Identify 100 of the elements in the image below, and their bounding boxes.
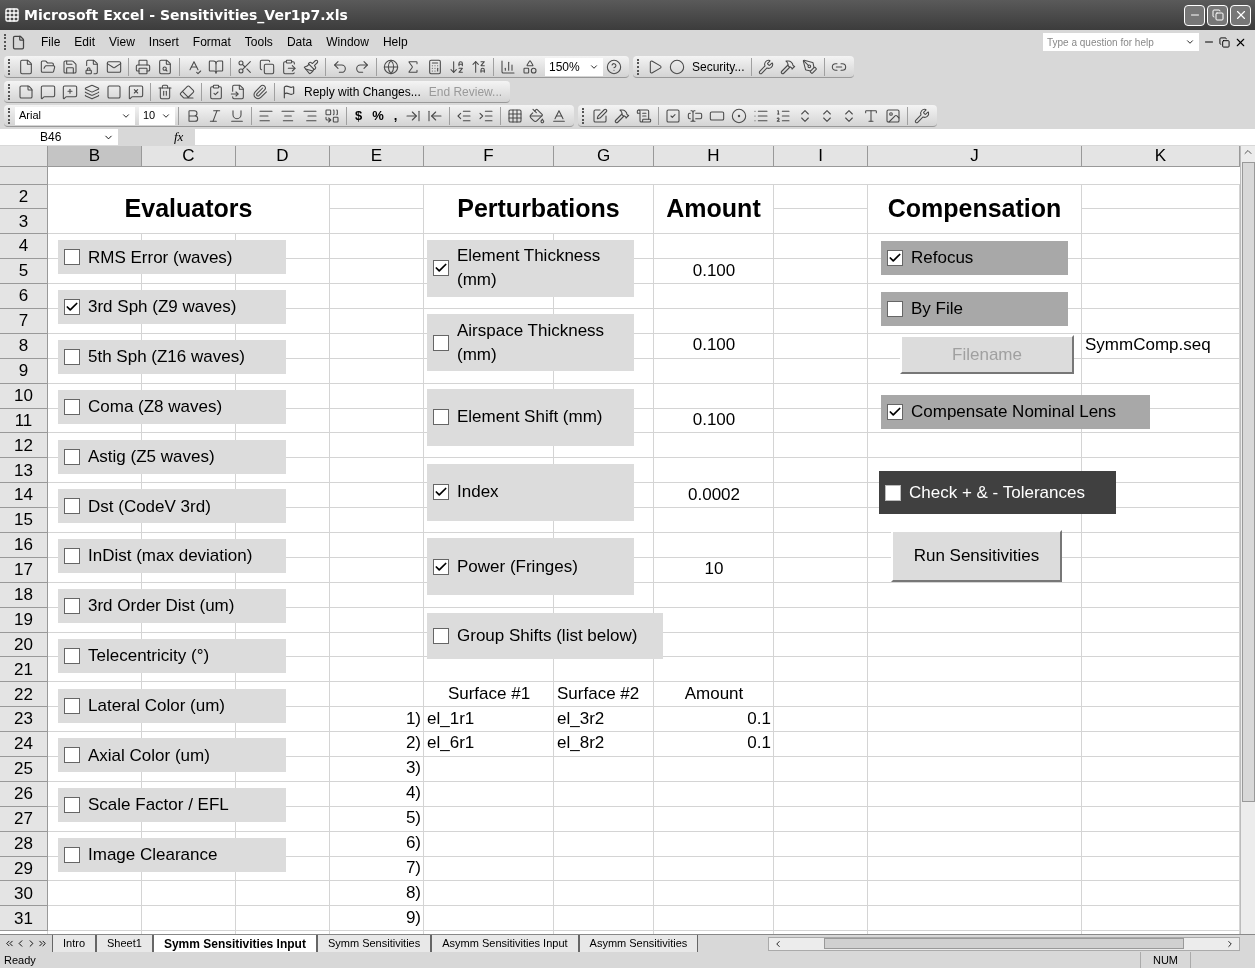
row-header[interactable]: 5: [0, 259, 48, 285]
minimize-button[interactable]: [1184, 4, 1205, 26]
font-dropdown[interactable]: Arial: [15, 106, 135, 125]
function-label[interactable]: fx: [174, 127, 184, 147]
toolbar-grip[interactable]: [637, 58, 640, 75]
previous-comment-icon[interactable]: [40, 83, 56, 100]
record-icon[interactable]: [669, 58, 685, 75]
checkbox-tool-icon[interactable]: [665, 107, 682, 124]
menu-item[interactable]: Insert: [141, 33, 186, 51]
checkbox[interactable]: [64, 697, 80, 714]
row-header[interactable]: 22: [0, 682, 48, 708]
checkbox-option[interactable]: InDist (max deviation): [58, 539, 286, 574]
design-mode-icon[interactable]: [802, 58, 819, 75]
fill-color-icon[interactable]: [529, 107, 546, 124]
number-format-button[interactable]: $: [350, 105, 368, 126]
cut-icon[interactable]: [237, 58, 253, 75]
checkbox[interactable]: [64, 797, 80, 814]
column-header[interactable]: H: [654, 146, 774, 167]
row-header[interactable]: 8: [0, 333, 48, 359]
borders-icon[interactable]: [507, 107, 524, 124]
play-icon[interactable]: [647, 58, 663, 75]
print-icon[interactable]: [135, 58, 151, 75]
vertical-scrollbar[interactable]: [1240, 146, 1255, 934]
menu-item[interactable]: Tools: [237, 33, 280, 51]
checkbox-option[interactable]: Airspace Thickness (mm): [427, 314, 634, 372]
row-header[interactable]: 28: [0, 831, 48, 857]
sheet-tab[interactable]: Intro: [52, 935, 96, 952]
paste-icon[interactable]: [281, 58, 297, 75]
new-file-icon[interactable]: [18, 58, 34, 75]
formula-field[interactable]: [195, 129, 1255, 145]
spelling-icon[interactable]: [186, 58, 202, 75]
sheet-tab[interactable]: Sheet1: [96, 935, 153, 952]
bold-icon[interactable]: [185, 107, 201, 124]
menu-item[interactable]: Window: [319, 33, 376, 51]
column-header[interactable]: I: [774, 146, 868, 167]
checkbox-option[interactable]: Element Thickness (mm): [427, 239, 634, 297]
checkbox[interactable]: [64, 597, 80, 614]
row-header[interactable]: 10: [0, 383, 48, 409]
row-header[interactable]: 3: [0, 209, 48, 235]
checkbox[interactable]: [64, 299, 80, 316]
restore-button[interactable]: [1207, 4, 1228, 26]
checkbox[interactable]: [887, 301, 903, 317]
checkbox[interactable]: [64, 348, 80, 365]
review-icon[interactable]: [208, 83, 224, 100]
row-header[interactable]: 31: [0, 906, 48, 932]
mail-icon[interactable]: [106, 58, 122, 75]
delete-comment-icon[interactable]: [128, 83, 144, 100]
checkbox[interactable]: [433, 628, 449, 644]
menu-item[interactable]: View: [102, 33, 142, 51]
checkbox-option[interactable]: Astig (Z5 waves): [58, 439, 286, 474]
more-controls-icon[interactable]: [914, 107, 931, 124]
checkbox[interactable]: [433, 558, 449, 575]
attach-icon[interactable]: [252, 83, 268, 100]
merged-cell[interactable]: Perturbations: [424, 184, 654, 235]
toolbar-grip[interactable]: [4, 34, 7, 50]
column-header[interactable]: K: [1082, 146, 1240, 167]
row-header[interactable]: 9: [0, 358, 48, 384]
format-painter-icon[interactable]: [303, 58, 319, 75]
checkbox-option[interactable]: Axial Color (um): [58, 738, 286, 773]
scroll-right-icon[interactable]: [1225, 938, 1235, 949]
checkbox[interactable]: [64, 747, 80, 764]
checkbox-option[interactable]: Element Shift (mm): [427, 388, 634, 446]
row-header[interactable]: 17: [0, 557, 48, 583]
menu-item[interactable]: Format: [185, 33, 238, 51]
checkbox-option[interactable]: Refocus: [881, 241, 1068, 275]
row-header[interactable]: 15: [0, 508, 48, 533]
horizontal-scrollbar[interactable]: [768, 936, 1240, 951]
name-box[interactable]: B46: [0, 129, 118, 145]
checkbox[interactable]: [433, 409, 449, 426]
row-header[interactable]: 19: [0, 607, 48, 633]
row-header[interactable]: 25: [0, 757, 48, 782]
checkbox-option[interactable]: Lateral Color (um): [58, 688, 286, 723]
checkbox-option[interactable]: 3rd Sph (Z9 waves): [58, 290, 286, 325]
open-folder-icon[interactable]: [40, 58, 56, 75]
underline-icon[interactable]: [229, 107, 245, 124]
row-header[interactable]: 29: [0, 856, 48, 882]
toolbar-grip[interactable]: [582, 107, 586, 124]
row-header[interactable]: 16: [0, 532, 48, 558]
menu-item[interactable]: Data: [279, 33, 320, 51]
drawing-icon[interactable]: [522, 58, 538, 75]
zoom-dropdown[interactable]: 150%: [545, 57, 603, 76]
font-color-icon[interactable]: [551, 107, 568, 124]
checkbox[interactable]: [64, 398, 80, 415]
menu-item[interactable]: File: [34, 33, 68, 51]
column-header[interactable]: J: [868, 146, 1082, 167]
toolbar-grip[interactable]: [8, 107, 11, 124]
permission-icon[interactable]: [84, 58, 100, 75]
column-header[interactable]: C: [142, 146, 236, 167]
checkbox-option[interactable]: Dst (CodeV 3rd): [58, 489, 286, 524]
checkbox[interactable]: [887, 250, 903, 266]
sheet-tab[interactable]: Symm Sensitivities Input: [152, 935, 317, 952]
row-header[interactable]: 4: [0, 234, 48, 260]
checkbox-option[interactable]: By File: [881, 292, 1068, 326]
copy-icon[interactable]: [259, 58, 275, 75]
checkbox-option[interactable]: RMS Error (waves): [58, 240, 286, 275]
checkbox-option[interactable]: Check + & - Tolerances: [879, 471, 1116, 514]
row-header[interactable]: 11: [0, 408, 48, 434]
column-header[interactable]: E: [330, 146, 424, 167]
first-sheet-icon[interactable]: [4, 938, 15, 949]
checkbox-option[interactable]: Image Clearance: [58, 837, 286, 872]
